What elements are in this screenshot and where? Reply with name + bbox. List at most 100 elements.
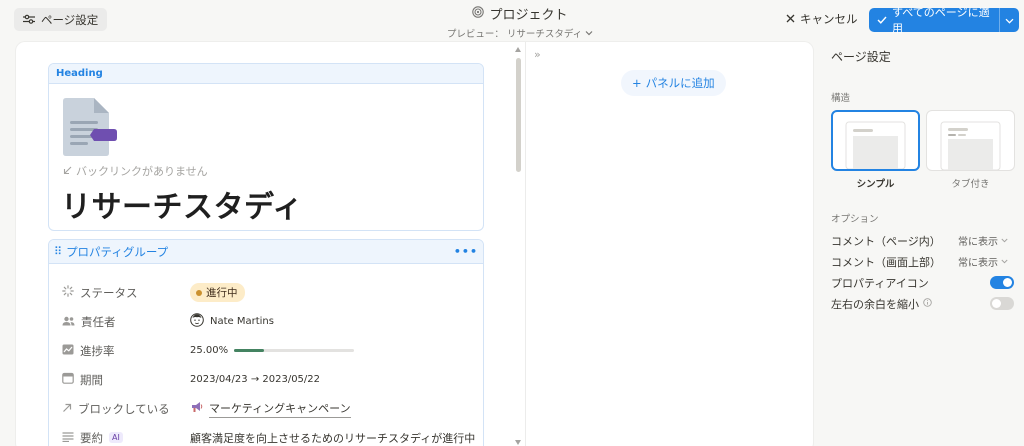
info-icon[interactable] (923, 297, 932, 310)
option-dropdown[interactable]: 常に表示 (958, 233, 1008, 248)
drag-handle-icon[interactable]: ⠿ (54, 245, 62, 258)
property-value[interactable]: 進行中 (190, 283, 245, 302)
property-row-progress[interactable]: 進捗率 25.00% (49, 336, 483, 365)
heading-block-label: Heading (49, 64, 483, 84)
chevron-down-icon (1001, 235, 1008, 246)
settings-title: ページ設定 (831, 50, 891, 64)
date-range: 2023/04/23 → 2023/05/22 (190, 374, 321, 385)
property-row-owner[interactable]: 責任者 Nate Martins (49, 307, 483, 336)
toggle-knob (1003, 278, 1012, 287)
status-text: 進行中 (206, 287, 238, 299)
scroll-up-arrow[interactable] (515, 47, 521, 52)
option-reduce-margins[interactable]: 左右の余白を縮小 (831, 293, 1017, 314)
option-label: プロパティアイコン (831, 276, 929, 290)
relation-link[interactable]: マーケティングキャンペーン (209, 400, 351, 418)
property-label-text: 進捗率 (80, 343, 115, 358)
property-label: 要約 AI (62, 430, 123, 446)
people-icon (62, 315, 75, 329)
option-label: コメント（ページ内） (831, 234, 941, 248)
text-icon (62, 431, 74, 445)
page-settings-button[interactable]: ページ設定 (14, 8, 108, 31)
layout-thumbnail-simple[interactable] (831, 110, 920, 171)
plus-icon: + (632, 76, 642, 90)
options-label: オプション (831, 214, 879, 225)
option-comments-inline[interactable]: コメント（ページ内） 常に表示 (831, 230, 1017, 251)
property-row-blocking[interactable]: ブロックしている マーケティングキャンペーン (49, 394, 483, 423)
property-group-label: プロパティグループ (66, 244, 169, 259)
property-label: 進捗率 (62, 343, 115, 359)
cancel-button[interactable]: キャンセル (786, 11, 858, 27)
cancel-label: キャンセル (800, 12, 858, 26)
progress-bar-fill (234, 349, 265, 352)
property-group-block[interactable]: ⠿ プロパティグループ ••• ステータス 進行中 責任者 Nate Marti… (48, 239, 484, 446)
apply-dropdown[interactable] (1000, 14, 1019, 27)
option-property-icons[interactable]: プロパティアイコン (831, 272, 1017, 293)
top-bar: ページ設定 プロジェクト プレビュー： リサーチスタディ キャンセル すべてのペ… (0, 0, 1024, 40)
backlinks-label: バックリンクがありません (76, 165, 208, 178)
toggle-knob (992, 299, 1001, 308)
settings-panel: ページ設定 構造 シンプル タブ付き オプション コメント（ページ内） 常に表示… (831, 48, 1017, 314)
layout-name: シンプル (856, 179, 895, 190)
property-row-summary[interactable]: 要約 AI 顧客満足度を向上させるためのリサーチスタディが進行中 (49, 423, 483, 446)
property-label-text: 責任者 (81, 314, 116, 329)
property-value[interactable]: マーケティングキャンペーン (190, 400, 351, 418)
apply-main[interactable]: すべてのページに適用 (869, 6, 999, 35)
heading-block[interactable]: Heading バックリンクがありません リサーチスタディ (48, 63, 484, 231)
calendar-icon (62, 372, 74, 387)
status-badge[interactable]: 進行中 (190, 283, 245, 302)
property-value[interactable]: 2023/04/23 → 2023/05/22 (190, 374, 320, 385)
option-comments-top[interactable]: コメント（画面上部） 常に表示 (831, 251, 1017, 272)
database-title: プロジェクト (420, 4, 620, 23)
property-value[interactable]: Nate Martins (190, 313, 274, 330)
page-header: プロジェクト プレビュー： リサーチスタディ (420, 4, 620, 40)
property-group-header: ⠿ プロパティグループ ••• (49, 240, 483, 264)
property-label-text: ステータス (80, 285, 138, 300)
option-label: 左右の余白を縮小 (831, 297, 919, 311)
apply-label: すべてのページに適用 (892, 6, 990, 35)
status-dot (196, 289, 202, 296)
reduce-margins-toggle[interactable] (990, 297, 1014, 310)
property-label: ステータス (62, 285, 138, 301)
chevron-down-icon (1005, 14, 1014, 27)
scrollbar-thumb[interactable] (516, 58, 521, 172)
option-dropdown[interactable]: 常に表示 (958, 254, 1008, 269)
property-icons-toggle[interactable] (990, 276, 1014, 289)
scroll-down-arrow[interactable] (515, 440, 521, 445)
layout-option-simple[interactable]: シンプル (831, 110, 920, 190)
arrow-down-left-icon (63, 165, 72, 178)
ai-badge: AI (109, 432, 123, 443)
apply-to-all-button[interactable]: すべてのページに適用 (869, 6, 1019, 35)
more-options-icon[interactable]: ••• (454, 245, 478, 258)
main-panel: Heading バックリンクがありません リサーチスタディ ⠿ プロパティグルー… (48, 63, 484, 446)
megaphone-icon (190, 401, 203, 416)
property-row-status[interactable]: ステータス 進行中 (49, 278, 483, 307)
panel-divider (525, 42, 526, 446)
layout-name: タブ付き (951, 179, 990, 190)
property-row-dates[interactable]: 期間 2023/04/23 → 2023/05/22 (49, 365, 483, 394)
property-label-text: 要約 (80, 430, 103, 445)
property-label-text: ブロックしている (78, 401, 170, 416)
progress-text: 25.00% (190, 345, 229, 356)
layout-preview: Heading バックリンクがありません リサーチスタディ ⠿ プロパティグルー… (16, 42, 813, 446)
property-label: 責任者 (62, 314, 116, 330)
layout-thumbnail-tabbed[interactable] (926, 110, 1015, 171)
backlinks-text[interactable]: バックリンクがありません (63, 163, 208, 179)
page-title[interactable]: リサーチスタディ (61, 182, 303, 226)
layout-options: シンプル タブ付き (831, 110, 1017, 190)
property-value[interactable]: 25.00% (190, 345, 355, 356)
preview-selector[interactable]: プレビュー： リサーチスタディ (420, 26, 620, 40)
chevron-down-icon (585, 28, 593, 39)
property-label-text: 期間 (80, 372, 103, 387)
property-label: 期間 (62, 372, 103, 388)
option-value: 常に表示 (958, 237, 998, 248)
arrow-up-right-icon (62, 402, 72, 416)
double-chevron-right-icon[interactable]: » (534, 48, 541, 61)
status-icon (62, 285, 74, 300)
layout-option-tabbed[interactable]: タブ付き (926, 110, 1015, 190)
option-value: 常に表示 (958, 258, 998, 269)
property-value[interactable]: 顧客満足度を向上させるためのリサーチスタディが進行中 (190, 430, 475, 446)
add-to-panel-label: パネルに追加 (645, 76, 715, 90)
add-to-panel-button[interactable]: + パネルに追加 (621, 70, 726, 96)
chart-icon (62, 344, 74, 358)
option-label: コメント（画面上部） (831, 255, 941, 269)
